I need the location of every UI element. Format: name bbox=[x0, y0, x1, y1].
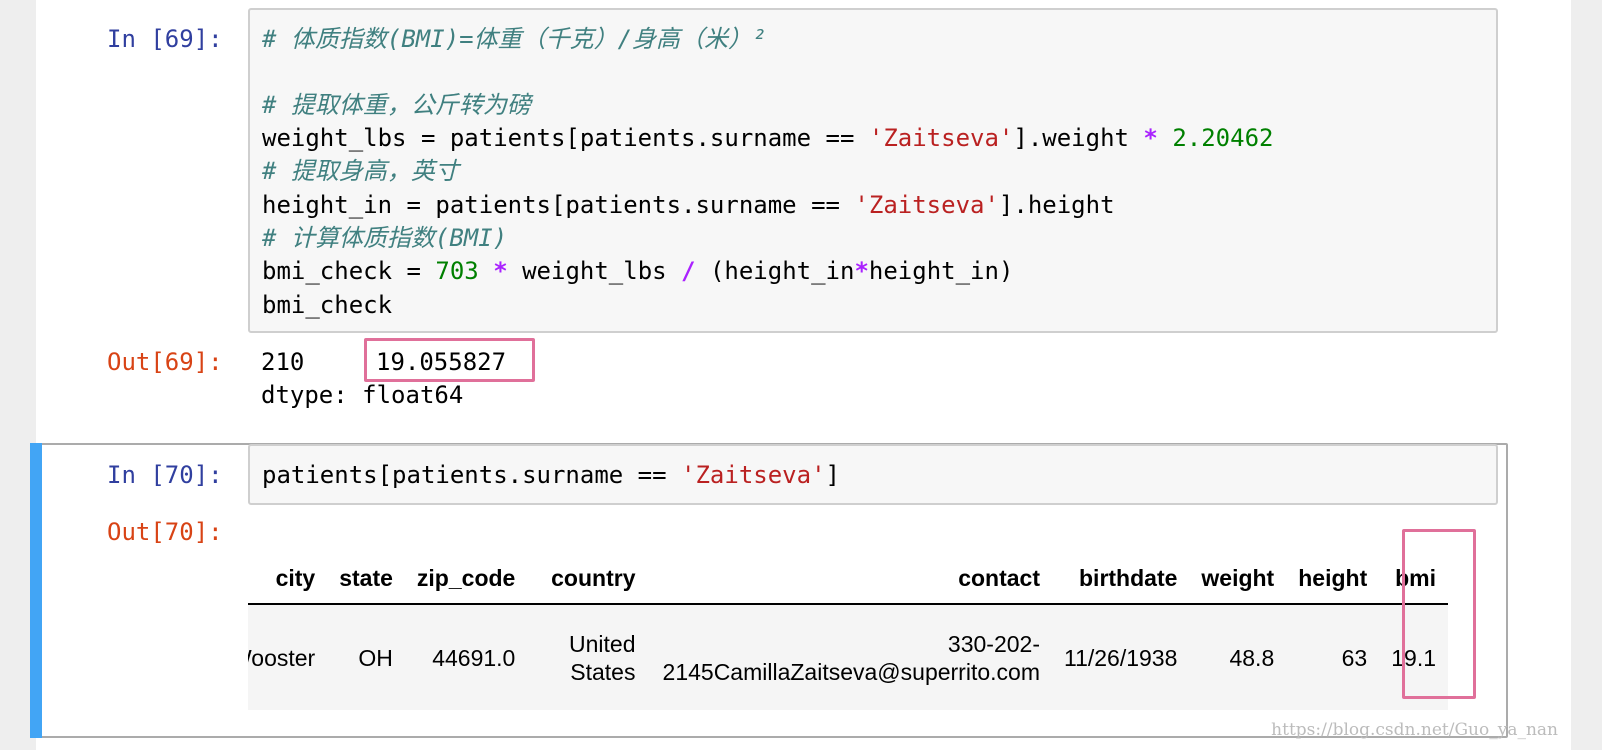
cell-birthdate: 11/26/1938 bbox=[1051, 604, 1190, 710]
cell-zip-code: 44691.0 bbox=[404, 604, 528, 710]
cell-contact-line2: 2145CamillaZaitseva@superrito.com bbox=[662, 659, 1040, 685]
code-text: patients[patients.surname == bbox=[262, 461, 682, 489]
cell-contact-line1: 330-202- bbox=[947, 631, 1040, 657]
column-header-height: height bbox=[1286, 553, 1380, 605]
code-text: height_in) bbox=[868, 257, 1014, 285]
column-header-contact: contact bbox=[647, 553, 1052, 605]
code-operator: / bbox=[681, 257, 696, 285]
code-comment-bmi-formula: # 体质指数(BMI)=体重（千克）/身高（米）² bbox=[262, 25, 767, 53]
code-comment-extract-height: # 提取身高，英寸 bbox=[262, 157, 459, 185]
code-text: height_in = patients[patients.surname == bbox=[262, 191, 855, 219]
table-row: Wooster OH 44691.0 UnitedStates 330-202-… bbox=[248, 604, 1448, 710]
cell-country-line1: United bbox=[569, 631, 636, 657]
output-dtype: dtype: float64 bbox=[261, 381, 464, 409]
code-text: bmi_check = bbox=[262, 257, 436, 285]
column-header-birthdate: birthdate bbox=[1051, 553, 1190, 605]
code-line-height: height_in = patients[patients.surname ==… bbox=[262, 190, 1115, 220]
dataframe-output: city state zip_code country contact birt… bbox=[248, 540, 1478, 710]
column-header-country: country bbox=[527, 553, 648, 605]
cell-weight: 48.8 bbox=[1189, 604, 1287, 710]
highlight-box-bmi-column bbox=[1402, 529, 1476, 699]
code-line-bmi-output: bmi_check bbox=[262, 291, 393, 319]
code-text: ].height bbox=[998, 191, 1115, 219]
code-operator: * bbox=[1143, 124, 1158, 152]
code-text: weight_lbs = patients[patients.surname =… bbox=[262, 124, 869, 152]
in-prompt-70: In [70]: bbox=[107, 461, 223, 489]
code-editor-69[interactable]: # 体质指数(BMI)=体重（千克）/身高（米）² # 提取体重，公斤转为磅 w… bbox=[248, 8, 1498, 333]
code-comment-extract-weight: # 提取体重，公斤转为磅 bbox=[262, 91, 531, 119]
cell-state: OH bbox=[327, 604, 405, 710]
code-string: 'Zaitseva' bbox=[681, 461, 826, 489]
code-string: 'Zaitseva' bbox=[854, 191, 999, 219]
column-header-city: city bbox=[248, 553, 328, 605]
code-text: (height_in bbox=[695, 257, 855, 285]
code-comment-compute-bmi: # 计算体质指数(BMI) bbox=[262, 224, 508, 252]
cell-height: 63 bbox=[1286, 604, 1380, 710]
output-index: 210 bbox=[261, 348, 305, 376]
dataframe-table: city state zip_code country contact birt… bbox=[248, 553, 1448, 710]
out-prompt-69: Out[69]: bbox=[107, 348, 223, 376]
out-prompt-70: Out[70]: bbox=[107, 518, 223, 546]
code-number: 2.20462 bbox=[1157, 124, 1274, 152]
watermark: https://blog.csdn.net/Guo_ya_nan bbox=[1271, 720, 1558, 740]
column-header-weight: weight bbox=[1189, 553, 1287, 605]
code-number: 703 bbox=[435, 257, 479, 285]
code-text: ] bbox=[825, 461, 840, 489]
selected-cell-indicator bbox=[30, 443, 42, 738]
code-text: ].weight bbox=[1013, 124, 1144, 152]
in-prompt-69: In [69]: bbox=[107, 25, 223, 53]
code-operator: * bbox=[854, 257, 869, 285]
column-header-zip-code: zip_code bbox=[404, 553, 528, 605]
highlight-box-bmi-value bbox=[364, 338, 535, 382]
cell-country-line2: States bbox=[570, 659, 636, 685]
code-text: weight_lbs bbox=[507, 257, 682, 285]
code-line-filter: patients[patients.surname == 'Zaitseva'] bbox=[262, 460, 840, 490]
code-string: 'Zaitseva' bbox=[868, 124, 1014, 152]
cell-contact: 330-202- 2145CamillaZaitseva@superrito.co… bbox=[647, 604, 1052, 710]
cell-country: United States bbox=[527, 604, 648, 710]
code-operator: * bbox=[493, 257, 508, 285]
code-editor-70[interactable]: patients[patients.surname == 'Zaitseva'] bbox=[248, 444, 1498, 505]
cell-city: Wooster bbox=[248, 604, 328, 710]
table-header-row: city state zip_code country contact birt… bbox=[248, 553, 1448, 605]
code-line-weight: weight_lbs = patients[patients.surname =… bbox=[262, 123, 1273, 153]
code-line-bmi-check: bmi_check = 703 * weight_lbs / (height_i… bbox=[262, 256, 1013, 286]
column-header-state: state bbox=[327, 553, 405, 605]
